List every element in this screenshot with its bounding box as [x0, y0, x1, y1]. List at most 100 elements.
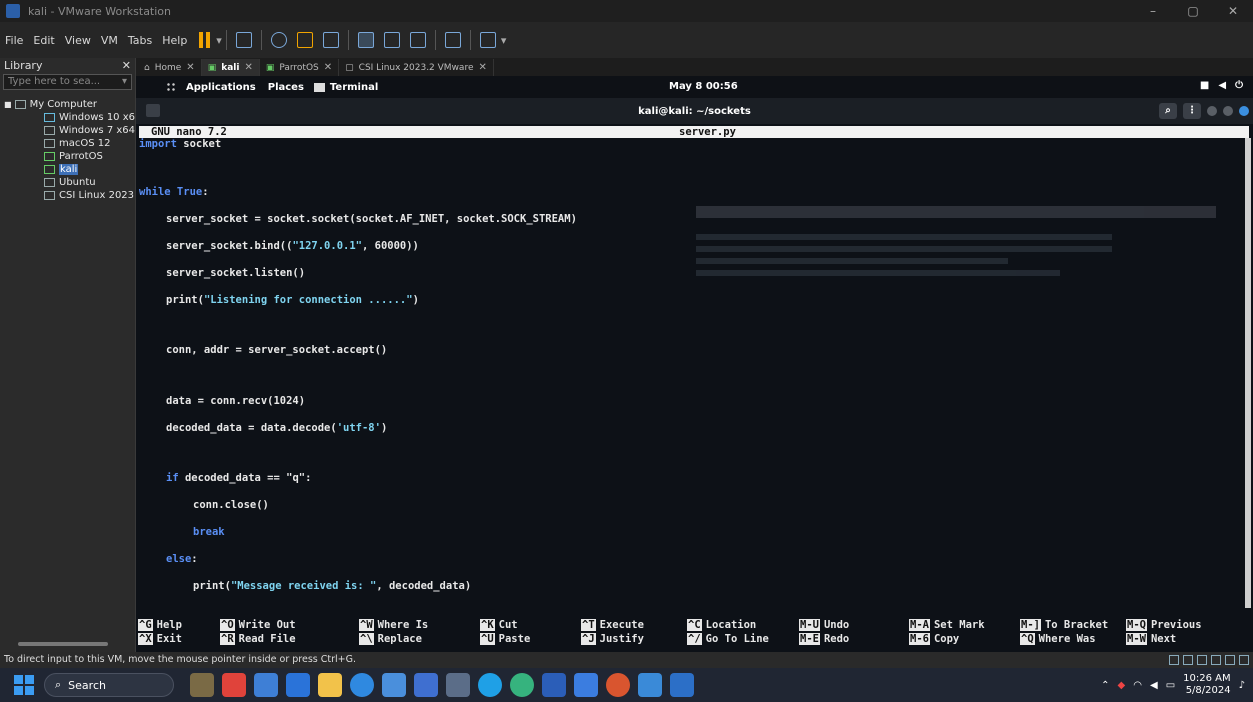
- power-icon[interactable]: ⏻: [1235, 80, 1243, 91]
- kali-clock[interactable]: May 8 00:56: [669, 81, 738, 92]
- tab-parrotos[interactable]: ▣ ParrotOS ✕: [260, 59, 340, 76]
- stretch-guest-icon[interactable]: [479, 32, 496, 48]
- nano-editor[interactable]: GNU nano 7.2 server.py import socket whil…: [136, 124, 1253, 652]
- menu-tabs[interactable]: Tabs: [123, 34, 157, 47]
- shortcut-key: ^R: [220, 633, 235, 645]
- volume-icon[interactable]: ◀: [1150, 680, 1158, 691]
- sound-icon[interactable]: [1225, 655, 1235, 665]
- widget-icon[interactable]: [190, 673, 214, 697]
- tab-close-icon[interactable]: ✕: [186, 62, 194, 73]
- shortcut-key: ^C: [687, 619, 702, 631]
- vm-display[interactable]: Applications Places Terminal May 8 00:56…: [136, 76, 1253, 652]
- snapshot-manager-icon[interactable]: [322, 32, 339, 48]
- tab-kali[interactable]: ▣ kali ✕: [201, 59, 260, 76]
- snapshot-icon[interactable]: [270, 32, 287, 48]
- edge-icon[interactable]: [478, 673, 502, 697]
- tab-close-icon[interactable]: ✕: [324, 62, 332, 73]
- battery-icon[interactable]: ▭: [1166, 680, 1175, 691]
- tab-home[interactable]: ⌂ Home ✕: [138, 59, 202, 76]
- code-keyword: while True: [139, 186, 203, 198]
- shortcut-location: ^C Location: [687, 619, 756, 631]
- menu-edit[interactable]: Edit: [28, 34, 59, 47]
- fullscreen-icon[interactable]: [409, 32, 426, 48]
- terminal-title: kali@kali: ~/sockets: [638, 105, 751, 117]
- tab-csi-linux[interactable]: ▢ CSI Linux 2023.2 VMware ✕: [339, 59, 494, 76]
- tab-close-icon[interactable]: ✕: [478, 62, 486, 73]
- send-ctrl-alt-del-icon[interactable]: [235, 32, 252, 48]
- terminal-scrollbar[interactable]: [1245, 138, 1251, 608]
- taskbar-search[interactable]: ⌕ Search: [44, 673, 174, 697]
- revert-snapshot-icon[interactable]: [296, 32, 313, 48]
- menu-icon[interactable]: ⋮: [1183, 103, 1201, 119]
- menu-file[interactable]: File: [0, 34, 28, 47]
- tree-item-parrotos[interactable]: ParrotOS: [0, 150, 135, 163]
- display-icon[interactable]: [1239, 655, 1249, 665]
- tree-item-csi-linux[interactable]: CSI Linux 2023.2 V: [0, 189, 135, 202]
- app-tray-icon[interactable]: ◆: [1118, 680, 1126, 691]
- chevron-up-icon[interactable]: ⌃: [1101, 680, 1109, 691]
- tree-item-windows-10[interactable]: Windows 10 x64: [0, 111, 135, 124]
- task-view-icon[interactable]: [254, 673, 278, 697]
- notepad-icon[interactable]: [574, 673, 598, 697]
- code-text: print(: [166, 294, 204, 306]
- chrome-icon[interactable]: [510, 673, 534, 697]
- close-button[interactable]: ✕: [1213, 0, 1253, 22]
- tree-item-macos[interactable]: macOS 12: [0, 137, 135, 150]
- display-icon[interactable]: ■: [1200, 80, 1209, 91]
- teams-icon[interactable]: [414, 673, 438, 697]
- maximize-button[interactable]: ▢: [1173, 0, 1213, 22]
- vmware-taskbar-icon[interactable]: [670, 673, 694, 697]
- menu-vm[interactable]: VM: [96, 34, 123, 47]
- cd-icon[interactable]: [1183, 655, 1193, 665]
- tree-item-kali[interactable]: kali: [0, 163, 135, 176]
- close-dot-icon[interactable]: [1239, 106, 1249, 116]
- tree-item-windows-7[interactable]: Windows 7 x64: [0, 124, 135, 137]
- pause-dropdown-icon[interactable]: ▾: [216, 34, 222, 47]
- thumbnail-view-icon[interactable]: [383, 32, 400, 48]
- word-icon[interactable]: [542, 673, 566, 697]
- notification-bell-icon[interactable]: ♪: [1239, 680, 1245, 691]
- powerpoint-icon[interactable]: [606, 673, 630, 697]
- library-view-icon[interactable]: [357, 32, 374, 48]
- taskbar-date: 5/8/2024: [1185, 685, 1231, 696]
- tree-my-computer[interactable]: ■ My Computer: [0, 98, 135, 111]
- minimize-dot-icon[interactable]: [1207, 106, 1217, 116]
- start-windows-icon[interactable]: [14, 675, 34, 695]
- minimize-button[interactable]: –: [1133, 0, 1173, 22]
- library-scrollbar[interactable]: [18, 642, 108, 646]
- collapse-icon[interactable]: ■: [4, 100, 12, 109]
- library-header: Library: [4, 59, 43, 72]
- menu-view[interactable]: View: [60, 34, 96, 47]
- tab-close-icon[interactable]: ✕: [244, 62, 252, 73]
- tree-item-ubuntu[interactable]: Ubuntu: [0, 176, 135, 189]
- volume-icon[interactable]: ◀: [1218, 80, 1226, 91]
- network-icon[interactable]: [1197, 655, 1207, 665]
- apps-grid-icon[interactable]: [166, 82, 176, 92]
- pause-icon[interactable]: [196, 32, 212, 48]
- new-tab-icon[interactable]: [146, 104, 160, 117]
- browser-icon[interactable]: [350, 673, 374, 697]
- stretch-dropdown-icon[interactable]: ▾: [501, 34, 507, 47]
- app-icon[interactable]: [446, 673, 470, 697]
- library-search-input[interactable]: Type here to sea... ▾: [3, 74, 132, 90]
- wifi-icon[interactable]: ◠: [1133, 680, 1142, 691]
- menubar: File Edit View VM Tabs Help ▾ ▾: [0, 22, 1253, 58]
- shortcut-key: ^W: [359, 619, 374, 631]
- search-icon[interactable]: ⌕: [1159, 103, 1177, 119]
- shortcut-label: Where Is: [377, 619, 429, 631]
- app-icon[interactable]: [638, 673, 662, 697]
- places-menu[interactable]: Places: [268, 82, 304, 93]
- store-icon[interactable]: [382, 673, 406, 697]
- file-explorer-icon[interactable]: [318, 673, 342, 697]
- library-close-icon[interactable]: ✕: [122, 59, 131, 72]
- usb-icon[interactable]: [1211, 655, 1221, 665]
- maximize-dot-icon[interactable]: [1223, 106, 1233, 116]
- chevron-down-icon[interactable]: ▾: [122, 76, 127, 88]
- app-icon[interactable]: [222, 673, 246, 697]
- app-icon[interactable]: [286, 673, 310, 697]
- console-view-icon[interactable]: [444, 32, 461, 48]
- hdd-icon[interactable]: [1169, 655, 1179, 665]
- menu-help[interactable]: Help: [157, 34, 192, 47]
- applications-menu[interactable]: Applications: [186, 82, 256, 93]
- terminal-menu[interactable]: Terminal: [330, 82, 378, 93]
